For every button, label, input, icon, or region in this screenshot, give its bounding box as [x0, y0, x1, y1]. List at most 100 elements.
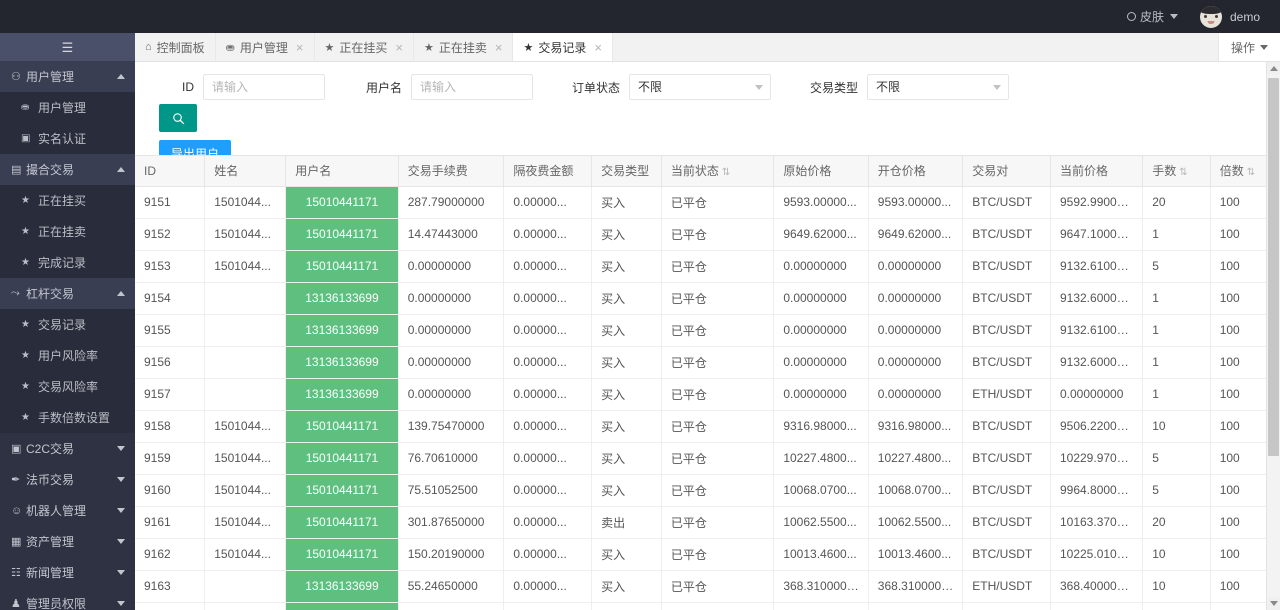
- scroll-down-button[interactable]: [1267, 597, 1280, 610]
- table-row[interactable]: 9151 1501044... 15010441171 287.79000000 0.0…: [135, 186, 1268, 219]
- chevron-down-icon: [117, 508, 125, 513]
- sidebar-group-机器人管理[interactable]: ☺ 机器人管理: [0, 495, 135, 526]
- tab-正在挂买[interactable]: ★ 正在挂买 ×: [315, 33, 414, 61]
- scrollbar-thumb[interactable]: [1268, 78, 1279, 456]
- sidebar-item-手数倍数设置[interactable]: ★ 手数倍数设置: [0, 402, 135, 433]
- cell-trade_type: 买入: [591, 410, 662, 443]
- close-icon[interactable]: ×: [395, 41, 403, 54]
- tab-bar: ⌂ 控制面板 ⛂ 用户管理 × ★ 正在挂买 × ★ 正在挂卖 × ★ 交易记录 × 操作: [135, 33, 1280, 62]
- cell-open_price: 0.00000000: [868, 378, 964, 411]
- table-row[interactable]: 9152 1501044... 15010441171 14.47443000 0.00…: [135, 218, 1268, 251]
- sidebar-group-撮合交易[interactable]: ▤ 撮合交易: [0, 154, 135, 185]
- sidebar-group-资产管理[interactable]: ▦ 资产管理: [0, 526, 135, 557]
- sidebar-item-用户风险率[interactable]: ★ 用户风险率: [0, 340, 135, 371]
- sidebar-item-正在挂买[interactable]: ★ 正在挂买: [0, 185, 135, 216]
- cell-username: 15010441171: [285, 250, 399, 283]
- sidebar-group-label: 管理员权限: [26, 597, 87, 610]
- sidebar-group-管理员权限[interactable]: ♟ 管理员权限: [0, 588, 135, 610]
- tab-控制面板[interactable]: ⌂ 控制面板: [135, 33, 216, 61]
- cell-status: 已平仓: [661, 218, 775, 251]
- cell-orig_price: 9593.00000...: [773, 186, 869, 219]
- tab-actions-button[interactable]: 操作: [1217, 33, 1280, 61]
- sidebar-group-C2C交易[interactable]: ▣ C2C交易: [0, 433, 135, 464]
- star-icon: ★: [21, 319, 30, 330]
- table-row[interactable]: 9160 1501044... 15010441171 75.51052500 0.00…: [135, 474, 1268, 507]
- sort-icon[interactable]: ⇅: [1247, 167, 1255, 178]
- table-row[interactable]: 9153 1501044... 15010441171 0.00000000 0.000…: [135, 250, 1268, 283]
- cell-pair: BTC/USDT: [962, 410, 1051, 443]
- cell-fee: 0.00000000: [398, 346, 505, 379]
- cell-status: 已平仓: [661, 346, 775, 379]
- sidebar-group-新闻管理[interactable]: ☷ 新闻管理: [0, 557, 135, 588]
- table-row[interactable]: 9154 13136133699 0.00000000 0.00000... 买入 已平仓…: [135, 282, 1268, 315]
- sidebar-item-用户管理[interactable]: ⛂ 用户管理: [0, 92, 135, 123]
- column-header-手数[interactable]: 手数 ⇅: [1142, 156, 1211, 187]
- sidebar-item-交易风险率[interactable]: ★ 交易风险率: [0, 371, 135, 402]
- cell-lots: 20: [1142, 186, 1211, 219]
- table-row[interactable]: 9158 1501044... 15010441171 139.75470000 0.0…: [135, 410, 1268, 443]
- table-row[interactable]: 9155 13136133699 0.00000000 0.00000... 买入 已平仓…: [135, 314, 1268, 347]
- username-input[interactable]: [411, 74, 533, 100]
- column-header-当前状态[interactable]: 当前状态 ⇅: [661, 156, 775, 187]
- cell-night_fee: 0.00000...: [503, 570, 593, 603]
- table-row[interactable]: 9157 13136133699 0.00000000 0.00000... 买入 已平仓…: [135, 378, 1268, 411]
- cell-night_fee: 0.00000...: [503, 218, 593, 251]
- close-icon[interactable]: ×: [594, 41, 602, 54]
- cell-fee: 287.79000000: [398, 186, 505, 219]
- close-icon[interactable]: ×: [296, 41, 304, 54]
- order-status-select[interactable]: 不限: [629, 74, 771, 100]
- sidebar-item-label: 正在挂卖: [38, 225, 87, 239]
- sidebar-item-正在挂卖[interactable]: ★ 正在挂卖: [0, 216, 135, 247]
- user-menu[interactable]: demo: [1190, 5, 1264, 28]
- search-button[interactable]: [159, 104, 197, 132]
- sort-icon[interactable]: ⇅: [722, 167, 730, 178]
- cell-orig_price: 0.00000000: [773, 282, 869, 315]
- cell-username-value: 13136133699: [286, 282, 398, 313]
- table-row[interactable]: 9156 13136133699 0.00000000 0.00000... 买入 已平仓…: [135, 346, 1268, 379]
- trade-type-select[interactable]: 不限: [867, 74, 1009, 100]
- table-row[interactable]: 9163 13136133699 55.24650000 0.00000... 买入 已平…: [135, 570, 1268, 603]
- tab-用户管理[interactable]: ⛂ 用户管理 ×: [216, 33, 315, 61]
- sidebar-group-杠杆交易[interactable]: ⤳ 杠杆交易: [0, 278, 135, 309]
- chevron-down-icon: [993, 85, 1001, 90]
- cell-lots: 1: [1142, 346, 1211, 379]
- tab-正在挂卖[interactable]: ★ 正在挂卖 ×: [414, 33, 514, 61]
- cell-night_fee: 0.00000...: [503, 314, 593, 347]
- table-row[interactable]: 9161 1501044... 15010441171 301.87650000 0.0…: [135, 506, 1268, 539]
- cell-id: 9151: [135, 186, 206, 219]
- cell-fee: 14.47443000: [398, 218, 505, 251]
- vertical-scrollbar[interactable]: [1266, 62, 1280, 610]
- skin-icon: [1126, 12, 1136, 21]
- cell-leverage: 100: [1210, 442, 1268, 475]
- records-table-scroll[interactable]: ID 姓名 用户名 交易手续费 隔夜费金额 交易类型 当前状态 ⇅ 原始价格 开仓价格 交易对 当前价…: [135, 155, 1268, 610]
- cell-lots: 10: [1142, 410, 1211, 443]
- sidebar-group-用户管理[interactable]: ⚇ 用户管理: [0, 61, 135, 92]
- chevron-up-icon: [117, 167, 125, 172]
- cell-cur_price: 9132.60000...: [1050, 282, 1144, 315]
- column-header-倍数[interactable]: 倍数 ⇅: [1210, 156, 1268, 187]
- scroll-up-button[interactable]: [1267, 62, 1280, 75]
- cell-trade_type: 买入: [591, 186, 662, 219]
- horizontal-scrollbar[interactable]: [135, 601, 1268, 610]
- cell-fee: 0.00000000: [398, 314, 505, 347]
- cell-id: 9161: [135, 506, 206, 539]
- cell-name: 1501044...: [204, 250, 287, 283]
- skin-switcher-button[interactable]: 皮肤: [1115, 0, 1190, 33]
- trade-type-select-wrap: 不限: [867, 74, 1009, 100]
- id-input[interactable]: [203, 74, 325, 100]
- sort-icon[interactable]: ⇅: [1179, 167, 1187, 178]
- table-row[interactable]: 9162 1501044... 15010441171 150.20190000 0.0…: [135, 538, 1268, 571]
- tab-交易记录[interactable]: ★ 交易记录 ×: [513, 33, 613, 61]
- sidebar-group-法币交易[interactable]: ✒ 法币交易: [0, 464, 135, 495]
- triangle-down-icon: [1269, 601, 1278, 606]
- cell-leverage: 100: [1210, 570, 1268, 603]
- sidebar-item-实名认证[interactable]: ▣ 实名认证: [0, 123, 135, 154]
- sidebar-item-完成记录[interactable]: ★ 完成记录: [0, 247, 135, 278]
- person-icon: ⚇: [11, 71, 21, 83]
- sidebar-item-交易记录[interactable]: ★ 交易记录: [0, 309, 135, 340]
- table-row[interactable]: 9159 1501044... 15010441171 76.70610000 0.00…: [135, 442, 1268, 475]
- cell-id: 9162: [135, 538, 206, 571]
- close-icon[interactable]: ×: [495, 41, 503, 54]
- sidebar-collapse-toggle[interactable]: ☰: [0, 33, 135, 61]
- chevron-down-icon: [117, 446, 125, 451]
